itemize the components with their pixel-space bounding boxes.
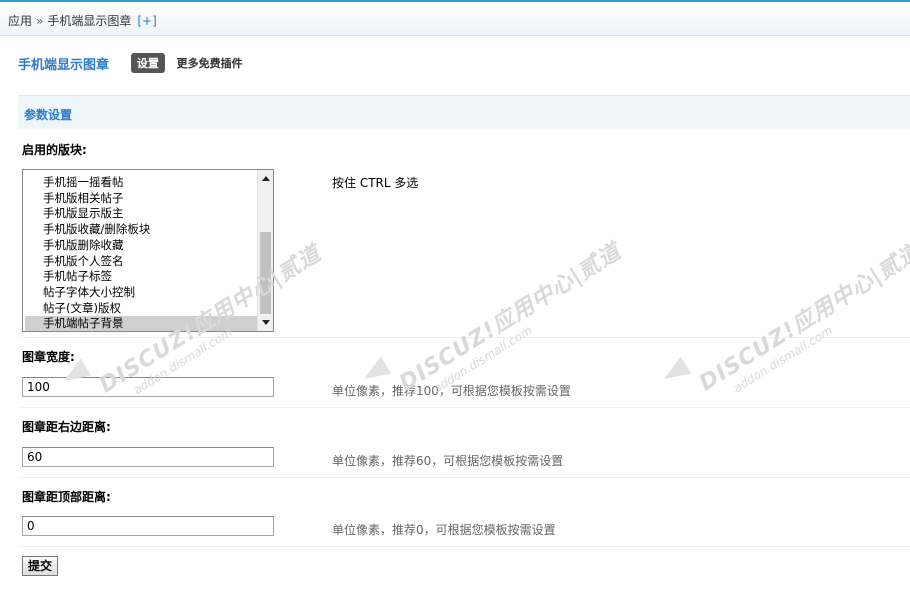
breadcrumb-apps[interactable]: 应用 — [8, 14, 32, 28]
add-shortcut-link[interactable]: [+] — [137, 14, 156, 28]
stamp-width-label: 图章宽度: — [22, 350, 75, 364]
watermark-arrow-icon — [658, 356, 692, 388]
stamp-width-input[interactable] — [22, 377, 274, 397]
scrollbar-thumb[interactable] — [260, 232, 271, 314]
top-accent-line — [0, 0, 910, 2]
row-divider — [18, 477, 910, 478]
stamp-top-distance-label: 图章距顶部距离: — [22, 490, 111, 504]
top-bar: 应用 » 手机端显示图章 [+] — [0, 0, 910, 36]
listbox-scrollbar[interactable] — [257, 170, 273, 331]
stamp-right-distance-label: 图章距右边距离: — [22, 420, 111, 434]
list-option[interactable]: 手机版显示版主 — [25, 206, 257, 222]
watermark: DISCUZ!应用中心|贰道 addon.dismall.com — [695, 239, 910, 397]
tab-settings[interactable]: 设置 — [130, 53, 165, 73]
breadcrumb-separator: » — [36, 14, 44, 28]
list-option[interactable]: 帖子(文章)版权 — [25, 301, 257, 317]
enabled-modules-label: 启用的版块: — [22, 143, 87, 157]
plugin-title: 手机端显示图章 — [18, 57, 110, 73]
submit-button[interactable]: 提交 — [22, 556, 58, 576]
scroll-down-arrow-icon[interactable] — [262, 320, 270, 325]
enabled-modules-hint: 按住 CTRL 多选 — [332, 176, 419, 190]
list-option[interactable]: 手机版个人签名 — [25, 254, 257, 270]
plugin-header: 手机端显示图章 设置 更多免费插件 — [18, 53, 243, 73]
list-option[interactable]: 手机版相关帖子 — [25, 191, 257, 207]
row-divider — [18, 546, 910, 547]
stamp-right-distance-hint: 单位像素，推荐60，可根据您模板按需设置 — [332, 454, 564, 468]
tab-more-free-plugins[interactable]: 更多免费插件 — [177, 55, 243, 71]
scroll-up-arrow-icon[interactable] — [262, 176, 270, 181]
list-option[interactable]: 手机版删除收藏 — [25, 238, 257, 254]
stamp-right-distance-input[interactable] — [22, 447, 274, 467]
stamp-top-distance-input[interactable] — [22, 516, 274, 536]
list-option[interactable]: 手机端帖子背景 — [25, 316, 257, 331]
list-option[interactable]: 手机版收藏/删除板块 — [25, 222, 257, 238]
breadcrumb: 应用 » 手机端显示图章 [+] — [8, 12, 157, 29]
enabled-modules-listbox[interactable]: 手机摇一摇看帖 手机版相关帖子 手机版显示版主 手机版收藏/删除板块 手机版删除收藏 手机… — [22, 169, 274, 332]
list-option[interactable]: 手机摇一摇看帖 — [25, 175, 257, 191]
stamp-width-hint: 单位像素，推荐100，可根据您模板按需设置 — [332, 384, 571, 398]
list-option[interactable]: 帖子字体大小控制 — [25, 285, 257, 301]
row-divider — [18, 407, 910, 408]
section-header: 参数设置 — [18, 95, 910, 129]
list-option[interactable]: 手机帖子标签 — [25, 269, 257, 285]
stamp-top-distance-hint: 单位像素，推荐0，可根据您模板按需设置 — [332, 523, 556, 537]
row-divider — [18, 337, 910, 338]
breadcrumb-current: 手机端显示图章 — [47, 14, 132, 28]
section-title: 参数设置 — [24, 108, 73, 122]
